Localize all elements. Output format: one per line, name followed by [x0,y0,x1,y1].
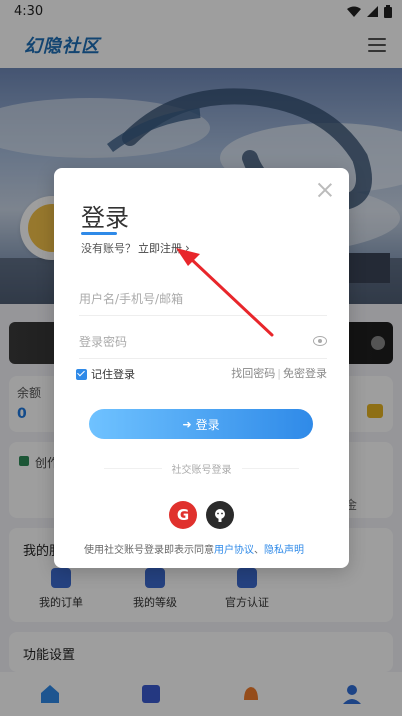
password-field [79,325,327,359]
login-title: 登录 [81,204,129,232]
remember-checkbox[interactable] [76,368,87,380]
link-separator: | [277,367,281,380]
gitee-icon: G [176,506,190,524]
password-input[interactable] [79,325,327,358]
username-field [79,282,327,316]
privacy-link[interactable]: 隐私声明 [264,545,304,556]
sign-in-icon: ➜ [182,417,192,431]
eye-icon[interactable] [313,336,327,346]
github-icon [215,509,225,522]
login-button[interactable]: ➜ 登录 [89,409,313,439]
login-modal: 登录 没有账号？ 立即注册 › 记住登录 找回密码|免密登录 ➜ 登录 社交账号… [54,168,349,568]
remember-label: 记住登录 [91,368,135,381]
register-row: 没有账号？ 立即注册 › [81,240,190,256]
close-icon[interactable] [317,182,333,198]
github-login-button[interactable] [206,501,234,529]
register-link[interactable]: 立即注册 [138,240,182,256]
agreement-text: 使用社交账号登录即表示同意用户协议、隐私声明 [84,541,304,556]
login-button-label: 登录 [195,417,220,432]
remember-login[interactable]: 记住登录 [76,366,135,382]
social-divider: 社交账号登录 [104,461,299,476]
title-underline [81,232,117,235]
terms-link[interactable]: 用户协议 [214,545,254,556]
username-input[interactable] [79,282,327,315]
passwordless-login-link[interactable]: 免密登录 [283,367,327,380]
no-account-text: 没有账号？ [81,242,136,255]
agreement-separator: 、 [254,545,264,556]
forgot-password-link[interactable]: 找回密码 [231,367,275,380]
social-divider-text: 社交账号登录 [171,465,232,476]
aux-links: 找回密码 | 免密登录 [231,365,327,381]
gitee-login-button[interactable]: G [169,501,197,529]
agreement-prefix: 使用社交账号登录即表示同意 [84,545,214,556]
chevron-right-icon: › [185,241,190,255]
